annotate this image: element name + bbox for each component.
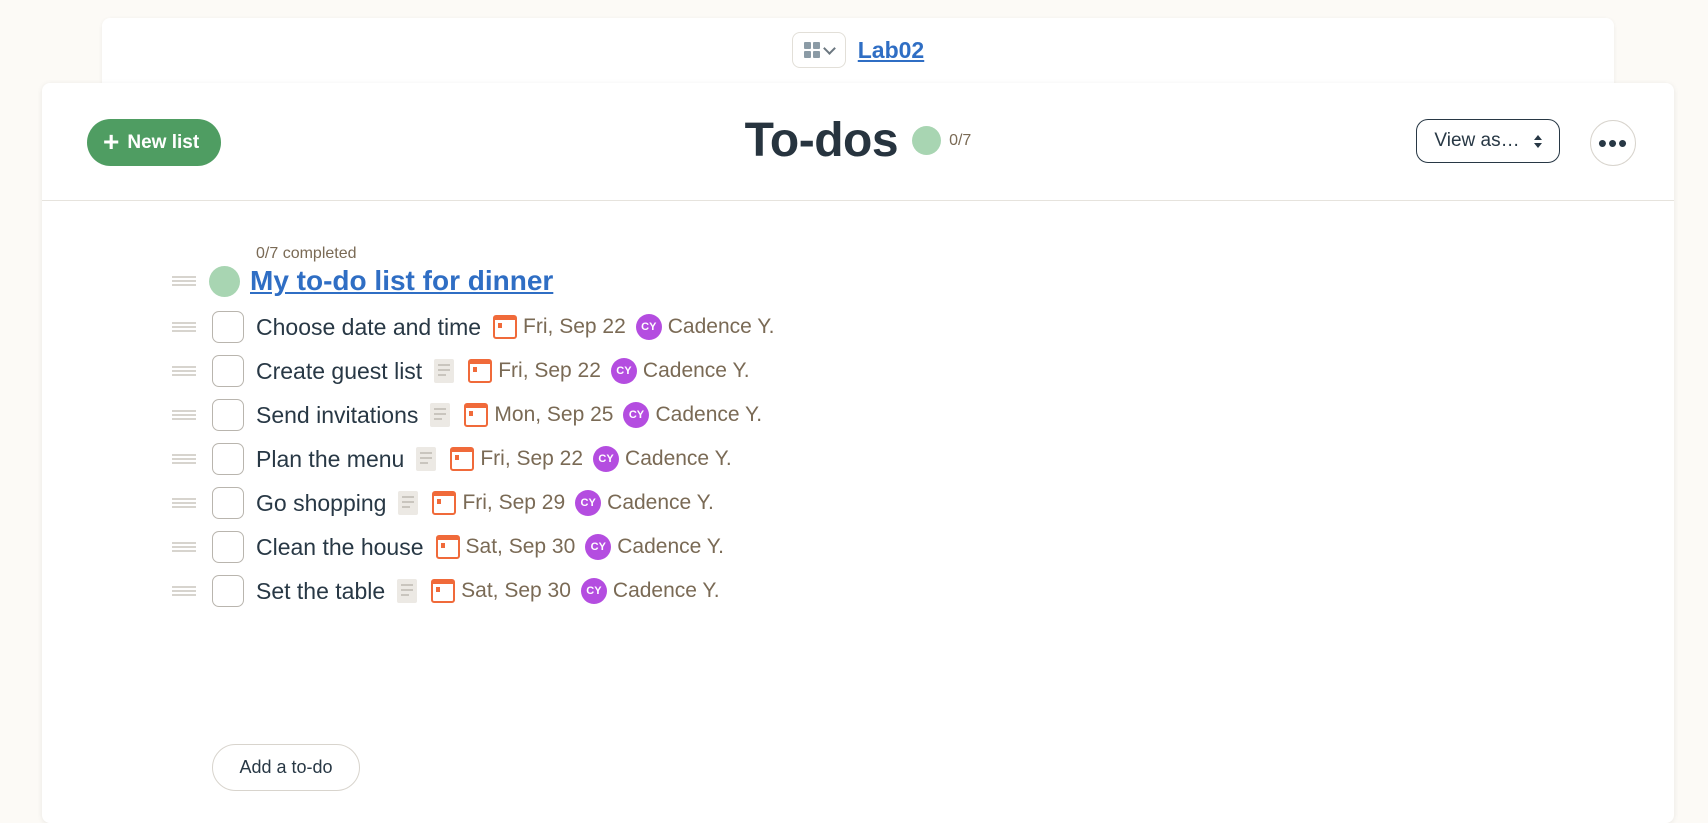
todo-checkbox[interactable] [212,311,244,343]
todo-due-date: Fri, Sep 22 [498,359,601,382]
more-options-button[interactable]: ••• [1590,120,1636,166]
avatar: CY [580,578,607,604]
drag-handle-icon[interactable] [172,410,196,420]
todo-checkbox[interactable] [212,575,244,607]
project-switcher-button[interactable] [791,32,846,68]
todo-assignee: Cadence Y. [667,315,775,338]
todo-checkbox[interactable] [212,487,244,519]
add-todo-button[interactable]: Add a to-do [212,744,360,791]
list-progress-icon [209,265,240,297]
todo-assignee: Cadence Y. [655,403,763,426]
todos-card: + New list To-dos 0/7 View as… ••• 0/7 c… [42,83,1674,823]
notes-icon [397,579,418,603]
drag-handle-icon[interactable] [172,454,196,464]
calendar-icon [435,535,460,559]
todo-due-date: Fri, Sep 22 [523,315,626,338]
avatar: CY [593,446,620,472]
avatar: CY [635,314,662,340]
avatar: CY [623,402,650,428]
drag-handle-icon[interactable] [172,276,196,286]
notes-icon [434,359,455,383]
todo-title[interactable]: Send invitations [256,402,418,429]
drag-handle-icon[interactable] [172,322,196,332]
calendar-icon [450,447,475,471]
notes-icon [398,491,419,515]
todo-assignee: Cadence Y. [617,535,724,558]
todo-item[interactable]: Clean the house Sat, Sep 30 CY Cadence Y. [172,528,724,566]
drag-handle-icon[interactable] [172,366,196,376]
todo-assignee: Cadence Y. [612,579,720,602]
todo-due-date: Mon, Sep 25 [494,403,614,426]
todo-item[interactable]: Go shopping Fri, Sep 29 CY Cadence Y. [172,484,714,522]
todo-title[interactable]: Choose date and time [256,314,481,341]
project-bar: Lab02 [102,32,1614,68]
todo-item[interactable]: Create guest list Fri, Sep 22 CY Cadence Y. [172,352,750,390]
avatar: CY [610,358,637,384]
select-arrows-icon [1533,134,1542,148]
avatar: CY [585,534,612,560]
progress-indicator [912,126,942,155]
todo-title[interactable]: Set the table [256,578,385,605]
todo-checkbox[interactable] [212,531,244,563]
todo-item[interactable]: Plan the menu Fri, Sep 22 CY Cadence Y. [172,440,732,478]
calendar-icon [431,579,456,603]
drag-handle-icon[interactable] [172,586,196,596]
avatar: CY [575,490,602,516]
todo-due-date: Fri, Sep 29 [462,491,566,514]
notes-icon [430,403,451,427]
chevron-down-icon [822,41,836,55]
todo-item[interactable]: Send invitations Mon, Sep 25 CY Cadence Y. [172,396,762,434]
calendar-icon [468,359,493,383]
view-as-select[interactable]: View as… [1416,119,1560,163]
todo-due-date: Sat, Sep 30 [461,579,571,602]
calendar-icon [464,403,489,427]
todo-checkbox[interactable] [212,399,244,431]
todo-title[interactable]: Create guest list [256,358,422,385]
todo-title[interactable]: Plan the menu [256,446,404,473]
todo-checkbox[interactable] [212,443,244,475]
view-as-label: View as… [1434,130,1520,151]
todo-item[interactable]: Set the table Sat, Sep 30 CY Cadence Y. [172,572,720,610]
page-title: To-dos [744,114,899,167]
progress-count: 0/7 [949,131,972,149]
drag-handle-icon[interactable] [172,542,196,552]
project-link[interactable]: Lab02 [858,37,924,64]
notes-icon [416,447,437,471]
grid-icon [803,42,820,58]
drag-handle-icon[interactable] [172,498,196,508]
todo-item[interactable]: Choose date and time Fri, Sep 22 CY Cadence… [172,308,774,346]
todo-title[interactable]: Clean the house [256,534,424,561]
calendar-icon [493,315,518,339]
calendar-icon [432,491,457,515]
card-header: + New list To-dos 0/7 View as… ••• [42,83,1674,201]
todo-due-date: Sat, Sep 30 [465,535,576,558]
list-title-link[interactable]: My to-do list for dinner [250,265,553,297]
todo-checkbox[interactable] [212,355,244,387]
todo-title[interactable]: Go shopping [256,490,386,517]
todo-assignee: Cadence Y. [642,359,750,382]
todo-due-date: Fri, Sep 22 [480,447,584,470]
todo-assignee: Cadence Y. [607,491,714,514]
list-header: My to-do list for dinner [172,263,553,299]
list-completed-count: 0/7 completed [256,245,357,262]
todo-assignee: Cadence Y. [625,447,732,470]
